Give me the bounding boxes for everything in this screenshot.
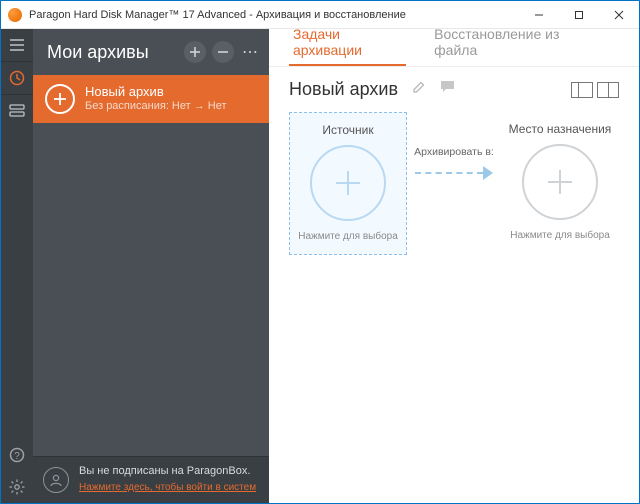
footer-text: Вы не подписаны на ParagonBox. [79, 465, 256, 477]
add-archive-button[interactable] [184, 41, 206, 63]
svg-text:?: ? [14, 451, 20, 462]
minimize-button[interactable] [519, 1, 559, 29]
arrow: Архивировать в: [407, 112, 501, 180]
app-icon [8, 8, 22, 22]
tabs: Задачи архивации Восстановление из файла [269, 29, 639, 67]
nav-rail: ? [1, 29, 33, 503]
destination-box[interactable]: Место назначения Нажмите для выбора [501, 112, 619, 253]
page-title: Новый архив [289, 79, 398, 100]
tab-restore[interactable]: Восстановление из файла [430, 26, 595, 66]
nav-settings[interactable] [1, 471, 33, 503]
source-title: Источник [322, 123, 373, 137]
maximize-button[interactable] [559, 1, 599, 29]
archive-item[interactable]: Новый архив Без расписания: Нет → Нет [33, 75, 269, 123]
plus-circle-icon [45, 84, 75, 114]
titlebar: Paragon Hard Disk Manager™ 17 Advanced -… [1, 1, 639, 29]
sidebar-footer: Вы не подписаны на ParagonBox. Нажмите з… [33, 456, 269, 503]
sidebar-title: Мои архивы [47, 42, 178, 63]
view-mode-2-button[interactable] [597, 82, 619, 98]
source-hint: Нажмите для выбора [298, 231, 398, 242]
user-icon [43, 467, 69, 493]
sidebar-header: Мои архивы ⋯ [33, 29, 269, 75]
comment-icon[interactable] [440, 80, 455, 99]
stage: Источник Нажмите для выбора Архивировать… [269, 106, 639, 261]
nav-help[interactable]: ? [1, 439, 33, 471]
nav-disks[interactable] [1, 95, 33, 127]
subheader: Новый архив [269, 67, 639, 106]
more-actions-button[interactable]: ⋯ [242, 42, 259, 62]
source-box[interactable]: Источник Нажмите для выбора [289, 112, 407, 255]
arrow-label: Архивировать в: [414, 146, 494, 158]
tab-backup-tasks[interactable]: Задачи архивации [289, 26, 406, 66]
main-panel: Задачи архивации Восстановление из файла… [269, 29, 639, 503]
destination-hint: Нажмите для выбора [510, 230, 610, 241]
remove-archive-button[interactable] [212, 41, 234, 63]
window-title: Paragon Hard Disk Manager™ 17 Advanced -… [29, 9, 406, 21]
archive-item-subtitle: Без расписания: Нет → Нет [85, 100, 227, 114]
plus-circle-icon [522, 144, 598, 220]
nav-backup[interactable] [1, 62, 33, 94]
edit-icon[interactable] [412, 80, 426, 99]
view-mode-1-button[interactable] [571, 82, 593, 98]
close-button[interactable] [599, 1, 639, 29]
archive-item-title: Новый архив [85, 84, 227, 100]
menu-button[interactable] [1, 29, 33, 61]
plus-circle-icon [310, 145, 386, 221]
destination-title: Место назначения [509, 122, 612, 136]
app-window: Paragon Hard Disk Manager™ 17 Advanced -… [0, 0, 640, 504]
footer-login-link[interactable]: Нажмите здесь, чтобы войти в систем [79, 482, 256, 493]
sidebar: Мои архивы ⋯ Новый архив Без расписания:… [33, 29, 269, 503]
